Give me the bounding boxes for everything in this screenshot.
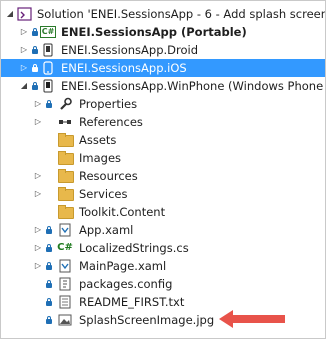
- expand-arrow-icon[interactable]: ▷: [19, 23, 29, 41]
- expand-arrow-icon[interactable]: ▷: [33, 185, 43, 203]
- tree-row-project-ios[interactable]: ▷ ENEI.SessionsApp.iOS: [1, 59, 325, 77]
- lock-icon: [46, 262, 52, 270]
- config-icon: [57, 277, 73, 291]
- tree-row-folder-images[interactable]: Images: [1, 149, 325, 167]
- lock-icon: [32, 28, 38, 36]
- expand-arrow-icon[interactable]: ▷: [19, 59, 29, 77]
- tree-row-project-winphone[interactable]: ◢ ENEI.SessionsApp.WinPhone (Windows Pho…: [1, 77, 325, 95]
- item-label: MainPage.xaml: [79, 259, 167, 273]
- lock-icon: [46, 226, 52, 234]
- tree-row-folder-services[interactable]: ▷ Services: [1, 185, 325, 203]
- tree-row-file-mainpage-xaml[interactable]: ▷ MainPage.xaml: [1, 257, 325, 275]
- android-project-icon: [40, 43, 56, 57]
- ios-project-icon: [40, 61, 56, 75]
- expand-arrow-icon[interactable]: ▷: [33, 113, 43, 131]
- xaml-icon: [57, 223, 73, 237]
- item-label: Resources: [79, 169, 138, 183]
- lock-icon: [46, 298, 52, 306]
- expand-arrow-icon[interactable]: ▷: [33, 95, 43, 113]
- expand-arrow-icon[interactable]: ▷: [19, 41, 29, 59]
- collapse-arrow-icon[interactable]: ◢: [19, 77, 29, 95]
- annotation-arrow-icon: [219, 310, 285, 328]
- tree-row-project-droid[interactable]: ▷ ENEI.SessionsApp.Droid: [1, 41, 325, 59]
- solution-explorer-tree: ◢ Solution 'ENEI.SessionsApp - 6 - Add s…: [0, 0, 326, 339]
- tree-row-file-packages-config[interactable]: packages.config: [1, 275, 325, 293]
- folder-icon: [58, 132, 74, 147]
- wrench-icon: [57, 97, 73, 111]
- tree-row-file-app-xaml[interactable]: ▷ App.xaml: [1, 221, 325, 239]
- item-label: LocalizedStrings.cs: [79, 241, 189, 255]
- expand-arrow-icon[interactable]: ▷: [33, 167, 43, 185]
- lock-icon: [32, 64, 38, 72]
- tree-row-file-localizedstrings[interactable]: ▷ C# LocalizedStrings.cs: [1, 239, 325, 257]
- lock-icon: [32, 46, 38, 54]
- lock-icon: [46, 244, 52, 252]
- folder-icon: [58, 168, 74, 183]
- tree-row-project-portable[interactable]: ▷ C# ENEI.SessionsApp (Portable): [1, 23, 325, 41]
- solution-icon: [17, 7, 33, 21]
- lock-icon: [46, 316, 52, 324]
- project-label: ENEI.SessionsApp.Droid: [61, 43, 199, 57]
- tree-row-folder-resources[interactable]: ▷ Resources: [1, 167, 325, 185]
- item-label: Assets: [79, 133, 117, 147]
- item-label: SplashScreenImage.jpg: [79, 313, 215, 327]
- item-label: Properties: [79, 97, 138, 111]
- folder-icon: [58, 186, 74, 201]
- csharp-project-icon: C#: [39, 26, 57, 38]
- item-label: Toolkit.Content: [79, 205, 166, 219]
- winphone-project-icon: [40, 79, 56, 93]
- tree-row-folder-toolkit-content[interactable]: Toolkit.Content: [1, 203, 325, 221]
- tree-row-solution[interactable]: ◢ Solution 'ENEI.SessionsApp - 6 - Add s…: [1, 5, 326, 23]
- lock-icon: [46, 280, 52, 288]
- tree-row-folder-assets[interactable]: Assets: [1, 131, 325, 149]
- item-label: App.xaml: [79, 223, 134, 237]
- references-icon: [57, 115, 73, 129]
- project-label: ENEI.SessionsApp.iOS: [61, 61, 187, 75]
- expand-arrow-icon[interactable]: ▷: [33, 239, 43, 257]
- tree-row-properties[interactable]: ▷ Properties: [1, 95, 325, 113]
- item-label: packages.config: [79, 277, 173, 291]
- collapse-arrow-icon[interactable]: ◢: [5, 5, 15, 23]
- lock-icon: [32, 82, 38, 90]
- expand-arrow-icon[interactable]: ▷: [33, 257, 43, 275]
- item-label: Images: [79, 151, 122, 165]
- tree-row-references[interactable]: ▷ References: [1, 113, 325, 131]
- image-file-icon: [57, 313, 73, 327]
- item-label: References: [79, 115, 143, 129]
- item-label: Services: [79, 187, 128, 201]
- solution-label: Solution 'ENEI.SessionsApp - 6 - Add spl…: [37, 7, 326, 21]
- lock-icon: [46, 100, 52, 108]
- expand-arrow-icon[interactable]: ▷: [33, 221, 43, 239]
- folder-icon: [58, 204, 74, 219]
- project-label: ENEI.SessionsApp.WinPhone (Windows Phone: [61, 79, 324, 93]
- project-label: ENEI.SessionsApp (Portable): [61, 25, 247, 39]
- text-file-icon: [57, 295, 73, 309]
- csharp-file-icon: C#: [56, 242, 74, 253]
- xaml-icon: [57, 259, 73, 273]
- folder-icon: [58, 150, 74, 165]
- item-label: README_FIRST.txt: [79, 295, 185, 309]
